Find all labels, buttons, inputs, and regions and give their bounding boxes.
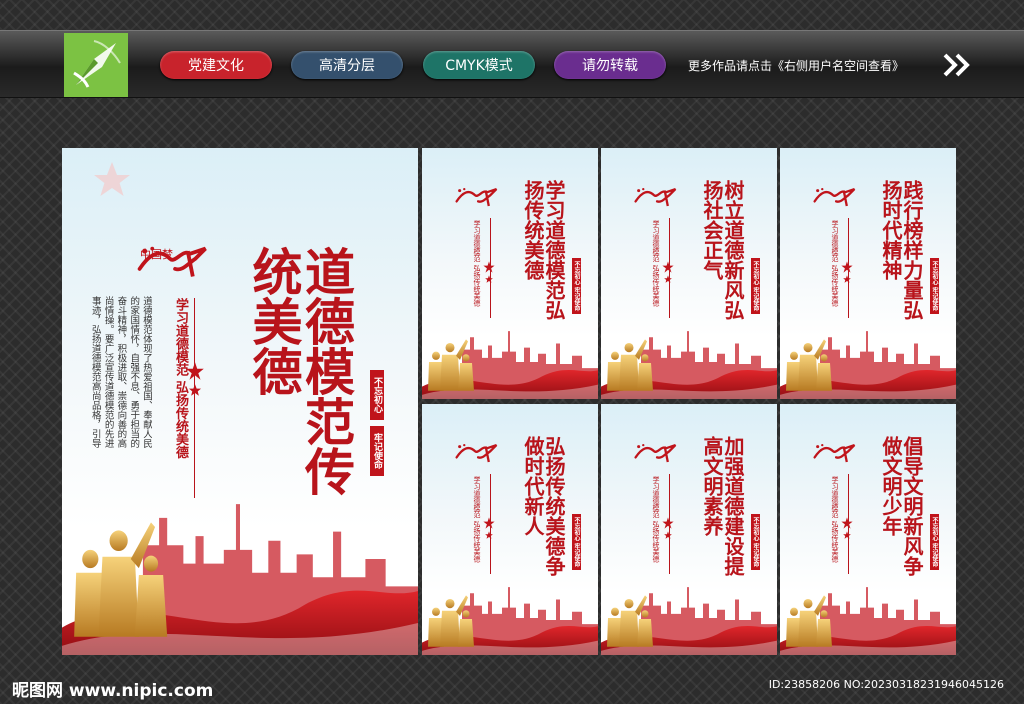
small-poster-subtitle: 学习道德模范 弘扬传统美德 (473, 220, 481, 307)
small-poster-title: 弘扬传统美德争做时代新人 (521, 436, 566, 576)
small-poster-title: 学习道德模范弘扬传统美德 (521, 180, 566, 320)
tag-label: 高清分层 (319, 58, 375, 74)
main-poster-title: 道德模范传统美德 (244, 246, 357, 496)
tag-label: 请勿转载 (582, 58, 638, 74)
small-poster-6: 倡导文明新风争做文明少年 学习道德模范 弘扬传统美德 不忘初心 牢记使命 (780, 404, 956, 655)
double-chevron-right-icon[interactable] (943, 53, 973, 77)
site-watermark: 昵图网 www.nipic.com (12, 681, 214, 701)
small-poster-subtitle: 学习道德模范 弘扬传统美德 (652, 220, 660, 307)
tag-cmyk-mode[interactable]: CMYK模式 (423, 51, 535, 79)
seal-stamp: 不忘初心 牢记使命 (930, 514, 939, 570)
stars-icon (840, 260, 854, 288)
main-poster-subtitle: 学习道德模范 弘扬传统美德 (173, 298, 188, 459)
statue-city-wave-scene (62, 495, 418, 655)
tag-party-culture[interactable]: 党建文化 (160, 51, 272, 79)
china-dream-mark-icon (631, 440, 677, 464)
seal-stamp: 牢记使命 (370, 426, 384, 476)
image-id-label: ID:23858206 NO:20230318231946045126 (768, 678, 1004, 691)
tag-label: CMYK模式 (445, 58, 513, 74)
statue-city-wave-scene (780, 583, 956, 655)
statue-city-wave-scene (601, 583, 777, 655)
small-poster-5: 加强道德建设提高文明素养 学习道德模范 弘扬传统美德 不忘初心 牢记使命 (601, 404, 777, 655)
seal-stamp: 不忘初心 牢记使命 (751, 258, 760, 314)
small-poster-1: 学习道德模范弘扬传统美德 学习道德模范 弘扬传统美德 不忘初心 牢记使命 (422, 148, 598, 399)
statue-city-wave-scene (780, 327, 956, 399)
small-poster-2: 树立道德新风弘扬社会正气 学习道德模范 弘扬传统美德 不忘初心 牢记使命 (601, 148, 777, 399)
china-dream-mark-icon (452, 440, 498, 464)
statue-city-wave-scene (422, 583, 598, 655)
seal-stamp: 不忘初心 牢记使命 (930, 258, 939, 314)
main-poster: 中国梦 道德模范传统美德 学习道德模范 弘扬传统美德 道德模范体现了热爱祖国、奉… (62, 148, 418, 655)
stars-icon (661, 516, 675, 544)
china-dream-mark-icon (631, 184, 677, 208)
faded-star-icon (94, 162, 130, 196)
more-works-link[interactable]: 更多作品请点击《右侧用户名空间查看》 (688, 57, 904, 74)
seal-stamp: 不忘初心 牢记使命 (572, 258, 581, 314)
tag-hd-layers[interactable]: 高清分层 (291, 51, 403, 79)
small-poster-subtitle: 学习道德模范 弘扬传统美德 (831, 220, 839, 307)
tag-label: 党建文化 (188, 58, 244, 74)
small-poster-title: 加强道德建设提高文明素养 (700, 436, 745, 576)
statue-city-wave-scene (422, 327, 598, 399)
china-dream-mark-text: 中国梦 (140, 248, 173, 261)
china-dream-mark-icon (810, 440, 856, 464)
small-poster-4: 弘扬传统美德争做时代新人 学习道德模范 弘扬传统美德 不忘初心 牢记使命 (422, 404, 598, 655)
china-dream-mark-icon (810, 184, 856, 208)
top-toolbar: 党建文化 高清分层 CMYK模式 请勿转载 更多作品请点击《右侧用户名空间查看》 (0, 30, 1024, 98)
stars-icon (482, 516, 496, 544)
china-dream-mark-icon (452, 184, 498, 208)
small-poster-subtitle: 学习道德模范 弘扬传统美德 (831, 476, 839, 563)
stars-icon (482, 260, 496, 288)
seal-stamp: 不忘初心 牢记使命 (572, 514, 581, 570)
stars-icon (661, 260, 675, 288)
small-poster-3: 践行榜样力量弘扬时代精神 学习道德模范 弘扬传统美德 不忘初心 牢记使命 (780, 148, 956, 399)
statue-city-wave-scene (601, 327, 777, 399)
small-poster-title: 树立道德新风弘扬社会正气 (700, 180, 745, 320)
seal-stamp: 不忘初心 (370, 370, 384, 420)
small-poster-title: 践行榜样力量弘扬时代精神 (879, 180, 924, 320)
main-poster-body: 道德模范体现了热爱祖国、奉献人民的家国情怀，自强不息、勇于担当的奋斗精神，积极进… (90, 296, 152, 448)
small-poster-subtitle: 学习道德模范 弘扬传统美德 (652, 476, 660, 563)
tag-no-repost[interactable]: 请勿转载 (554, 51, 666, 79)
stars-icon (840, 516, 854, 544)
small-poster-title: 倡导文明新风争做文明少年 (879, 436, 924, 576)
pen-nib-logo-icon (64, 33, 128, 97)
seal-stamp: 不忘初心 牢记使命 (751, 514, 760, 570)
small-poster-subtitle: 学习道德模范 弘扬传统美德 (473, 476, 481, 563)
